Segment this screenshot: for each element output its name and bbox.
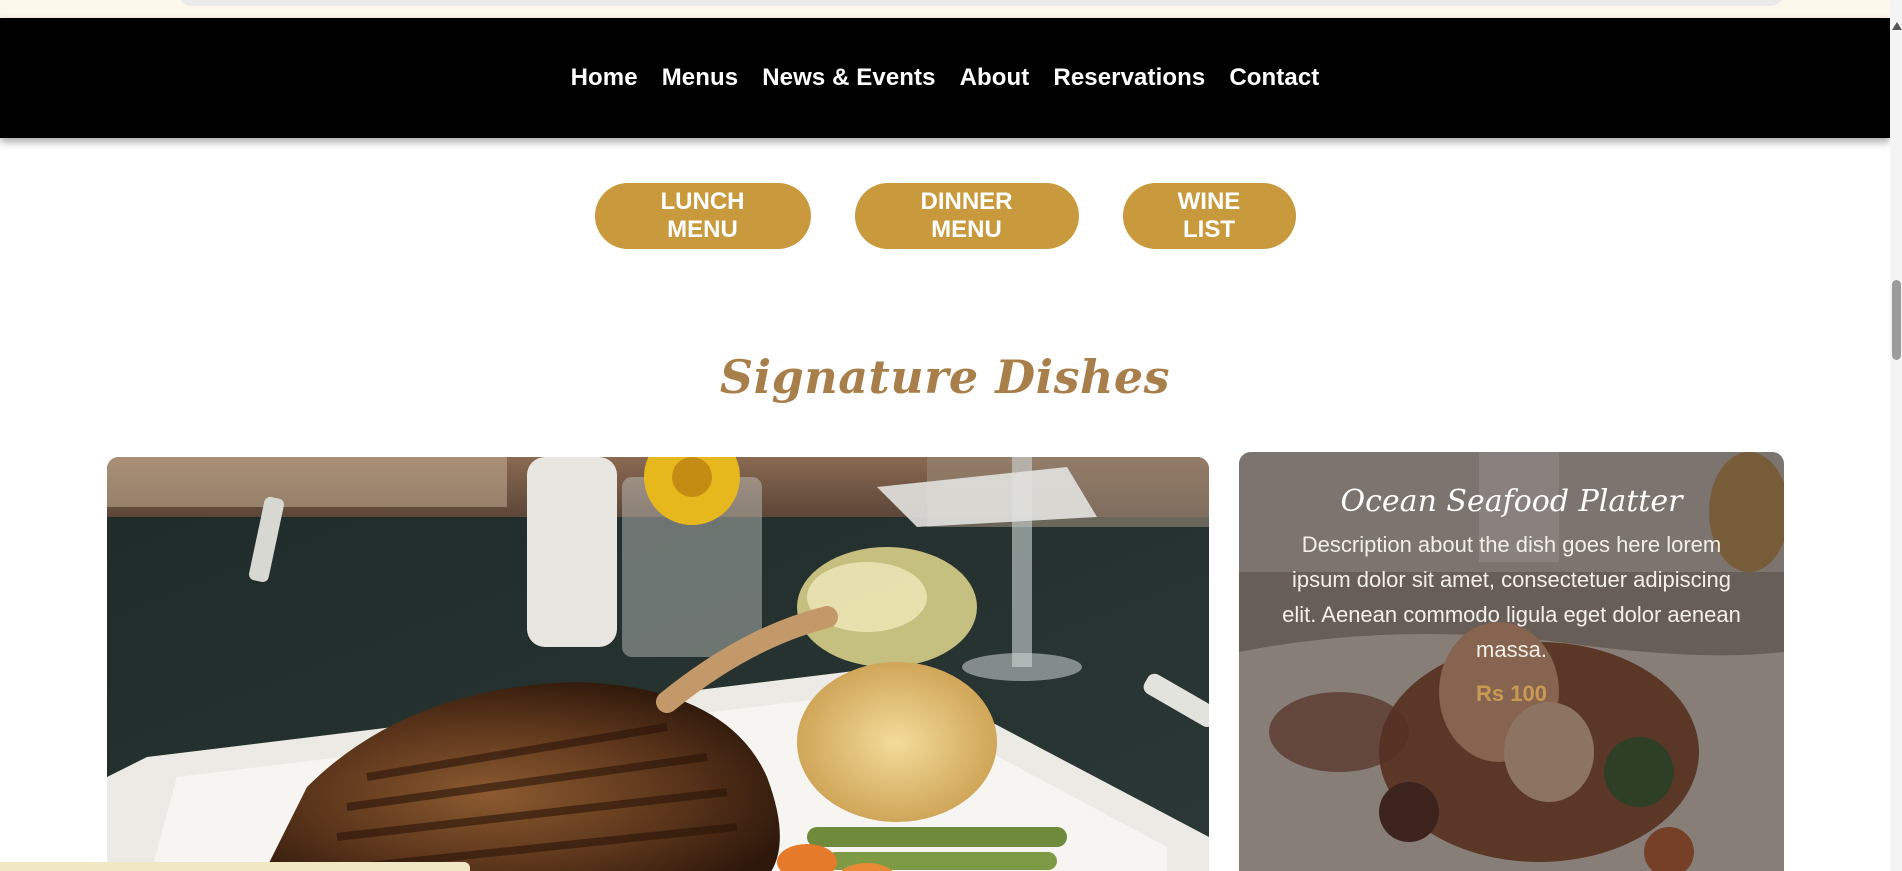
- page: Home Menus News & Events About Reservati…: [0, 0, 1902, 871]
- featured-dish-card[interactable]: Ocean Seafood Platter Description about …: [1239, 452, 1784, 871]
- nav-news-events[interactable]: News & Events: [762, 64, 935, 92]
- top-banner-strip: [0, 0, 1890, 18]
- top-search-pill: [178, 0, 1784, 6]
- scroll-up-arrow-icon[interactable]: [1892, 22, 1902, 30]
- scrollbar-thumb[interactable]: [1892, 280, 1901, 360]
- menu-buttons-row: LUNCH MENU DINNER MENU WINE LIST: [0, 183, 1890, 249]
- signature-dish-image[interactable]: [107, 457, 1209, 871]
- nav-contact[interactable]: Contact: [1229, 64, 1319, 92]
- main-navigation: Home Menus News & Events About Reservati…: [0, 18, 1890, 138]
- dinner-menu-button[interactable]: DINNER MENU: [854, 183, 1079, 249]
- wine-list-button[interactable]: WINE LIST: [1122, 183, 1296, 249]
- dish-price: Rs 100: [1476, 681, 1547, 706]
- dish-description: Description about the dish goes here lor…: [1282, 532, 1741, 662]
- dish-title: Ocean Seafood Platter: [1340, 484, 1683, 519]
- nav-menus[interactable]: Menus: [662, 64, 739, 92]
- featured-dish-content: Ocean Seafood Platter Description about …: [1239, 484, 1784, 707]
- steak-dish-photo: [107, 457, 1209, 871]
- section-title: Signature Dishes: [719, 350, 1171, 404]
- nav-reservations[interactable]: Reservations: [1053, 64, 1205, 92]
- page-scrollbar[interactable]: [1890, 0, 1902, 871]
- cookie-bar-tab[interactable]: [0, 862, 470, 871]
- nav-home[interactable]: Home: [571, 64, 638, 92]
- lunch-menu-button[interactable]: LUNCH MENU: [594, 183, 811, 249]
- nav-about[interactable]: About: [960, 64, 1030, 92]
